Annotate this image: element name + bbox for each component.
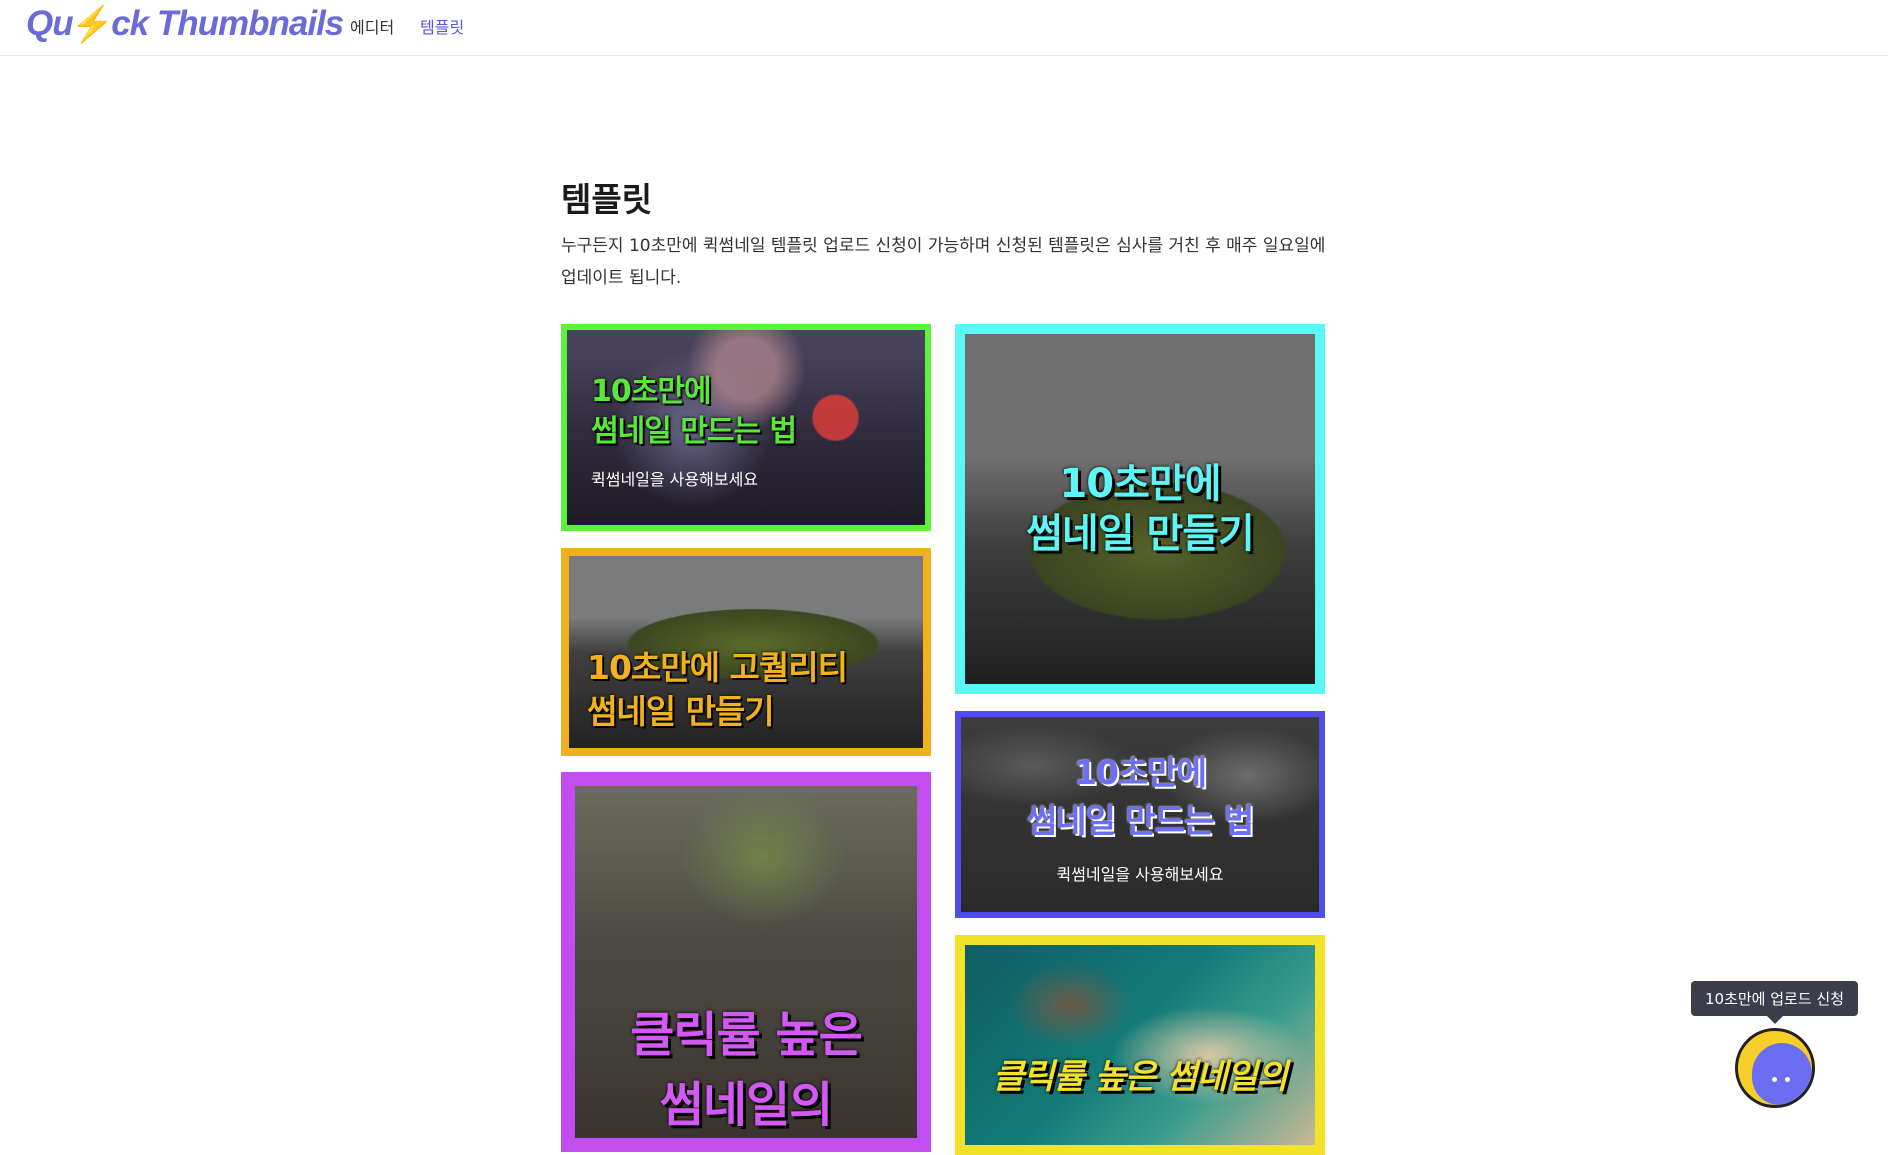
template-card[interactable]: 클릭률 높은 썸네일의 [955, 935, 1325, 1155]
template-headline-1: 10초만에 [1059, 461, 1221, 507]
page-title: 템플릿 [561, 180, 653, 219]
template-card[interactable]: 10초만에 썸네일 만드는 법 퀵썸네일을 사용해보세요 [561, 324, 931, 531]
template-card[interactable]: 클릭률 높은 썸네일의 [561, 772, 931, 1152]
nav-templates[interactable]: 템플릿 [420, 14, 464, 38]
template-headline-1: 10초만에 [1073, 753, 1207, 792]
template-headline-2: 썸네일의 [659, 1077, 834, 1133]
template-headline-1: 10초만에 고퀄리티 [587, 648, 848, 687]
template-card[interactable]: 10초만에 고퀄리티 썸네일 만들기 [561, 548, 931, 756]
upload-request-button[interactable] [1735, 1028, 1815, 1108]
template-headline-2: 썸네일 만드는 법 [1026, 801, 1255, 840]
template-subtitle: 퀵썸네일을 사용해보세요 [1056, 865, 1224, 884]
template-headline-2: 썸네일 만들기 [587, 692, 775, 731]
template-headline-1: 클릭률 높은 썸네일의 [992, 1057, 1288, 1097]
template-card[interactable]: 10초만에 썸네일 만들기 [955, 324, 1325, 694]
app-logo[interactable]: Qu ⚡ ck Thumbnails [26, 4, 344, 44]
nav-editor[interactable]: 에디터 [350, 14, 394, 38]
top-navigation-bar: Qu ⚡ ck Thumbnails 에디터 템플릿 [0, 0, 1888, 56]
template-image [965, 945, 1315, 1145]
logo-text-suffix: ck Thumbnails [111, 4, 344, 43]
mascot-icon [1752, 1043, 1812, 1105]
template-image [965, 334, 1315, 684]
template-headline-2: 썸네일 만드는 법 [591, 414, 797, 449]
template-headline-2: 썸네일 만들기 [1026, 511, 1255, 557]
page-description: 누구든지 10초만에 퀵썸네일 템플릿 업로드 신청이 가능하며 신청된 템플릿… [561, 236, 1326, 288]
template-subtitle: 퀵썸네일을 사용해보세요 [591, 470, 759, 489]
template-headline-1: 클릭률 높은 [630, 1007, 863, 1063]
template-headline-1: 10초만에 [591, 374, 712, 409]
upload-tooltip: 10초만에 업로드 신청 [1691, 981, 1858, 1024]
template-card[interactable]: 10초만에 썸네일 만드는 법 퀵썸네일을 사용해보세요 [955, 711, 1325, 918]
logo-text-prefix: Qu [26, 4, 74, 43]
lightning-icon: ⚡ [70, 4, 115, 44]
